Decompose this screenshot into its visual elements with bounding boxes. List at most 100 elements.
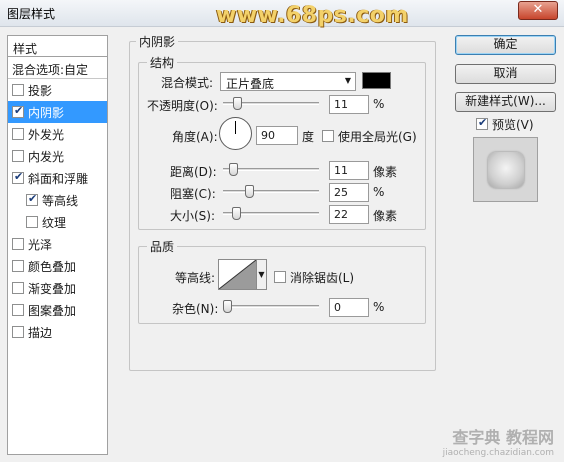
opacity-label: 不透明度(O): bbox=[147, 99, 218, 113]
angle-input[interactable]: 90 bbox=[256, 126, 298, 145]
style-item-checkbox[interactable] bbox=[12, 104, 24, 118]
noise-slider[interactable] bbox=[223, 300, 319, 313]
contour-curve-icon bbox=[218, 259, 257, 290]
style-item-label: 投影 bbox=[28, 83, 53, 98]
contour-dropdown-arrow-icon[interactable]: ▼ bbox=[257, 259, 267, 290]
style-item-checkbox[interactable] bbox=[12, 128, 24, 140]
size-input[interactable]: 22 bbox=[329, 205, 369, 224]
style-item-checkbox[interactable] bbox=[12, 260, 24, 272]
choke-unit: % bbox=[373, 185, 385, 199]
inner-shadow-title: 内阴影 bbox=[136, 33, 179, 50]
opacity-slider[interactable] bbox=[223, 97, 319, 110]
style-item-checkbox[interactable] bbox=[26, 216, 38, 228]
style-item-checkbox[interactable] bbox=[26, 192, 38, 206]
styles-list-panel: 样式 混合选项:自定 投影内阴影外发光内发光斜面和浮雕等高线纹理光泽颜色叠加渐变… bbox=[7, 35, 108, 455]
style-item-checkbox[interactable] bbox=[12, 304, 24, 316]
styles-header[interactable]: 样式 bbox=[8, 36, 107, 57]
blend-options-item[interactable]: 混合选项:自定 bbox=[8, 57, 107, 79]
style-item[interactable]: 描边 bbox=[8, 321, 107, 343]
style-item-label: 颜色叠加 bbox=[28, 259, 77, 274]
noise-slider-thumb[interactable] bbox=[223, 300, 232, 313]
style-item[interactable]: 内发光 bbox=[8, 145, 107, 167]
cancel-button[interactable]: 取消 bbox=[455, 64, 556, 84]
style-item[interactable]: 内阴影 bbox=[8, 101, 107, 123]
style-item-checkbox[interactable] bbox=[12, 326, 24, 338]
style-item[interactable]: 等高线 bbox=[8, 189, 107, 211]
footer-mark-text: 查字典 教程网 bbox=[452, 428, 554, 447]
style-item-label: 外发光 bbox=[28, 127, 65, 142]
style-item-label: 斜面和浮雕 bbox=[28, 171, 89, 186]
preview-checkbox[interactable] bbox=[476, 116, 488, 130]
blend-mode-dropdown[interactable]: 正片叠底 ▼ bbox=[220, 72, 356, 91]
style-item-label: 内发光 bbox=[28, 149, 65, 164]
style-item-checkbox[interactable] bbox=[12, 150, 24, 162]
choke-input[interactable]: 25 bbox=[329, 183, 369, 202]
global-light-label[interactable]: 使用全局光(G) bbox=[338, 128, 417, 145]
style-item-checkbox[interactable] bbox=[12, 170, 24, 184]
distance-slider-thumb[interactable] bbox=[229, 163, 238, 176]
choke-slider[interactable] bbox=[223, 185, 319, 198]
blend-mode-label: 混合模式: bbox=[161, 76, 214, 90]
footer-watermark: 查字典 教程网 jiaocheng.chazidian.com bbox=[443, 424, 554, 458]
opacity-input[interactable]: 11 bbox=[329, 95, 369, 114]
watermark-text: www.68ps.com bbox=[216, 3, 409, 28]
style-item-label: 内阴影 bbox=[28, 105, 65, 120]
choke-label: 阻塞(C): bbox=[170, 187, 216, 201]
style-item-label: 图案叠加 bbox=[28, 303, 77, 318]
style-item[interactable]: 渐变叠加 bbox=[8, 277, 107, 299]
contour-picker[interactable] bbox=[218, 259, 257, 290]
angle-needle-icon bbox=[235, 121, 236, 134]
close-button[interactable]: ✕ bbox=[518, 1, 558, 20]
preview-thumbnail bbox=[488, 152, 524, 188]
size-label: 大小(S): bbox=[170, 209, 216, 223]
blend-mode-value: 正片叠底 bbox=[226, 77, 275, 91]
style-item[interactable]: 斜面和浮雕 bbox=[8, 167, 107, 189]
style-item-checkbox[interactable] bbox=[12, 84, 24, 96]
style-item[interactable]: 外发光 bbox=[8, 123, 107, 145]
noise-input[interactable]: 0 bbox=[329, 298, 369, 317]
noise-unit: % bbox=[373, 300, 385, 314]
new-style-button[interactable]: 新建样式(W)... bbox=[455, 92, 556, 112]
style-item[interactable]: 图案叠加 bbox=[8, 299, 107, 321]
style-item-label: 渐变叠加 bbox=[28, 281, 77, 296]
noise-label: 杂色(N): bbox=[172, 302, 219, 316]
opacity-unit: % bbox=[373, 97, 385, 111]
global-light-checkbox[interactable] bbox=[322, 130, 334, 142]
style-item-checkbox[interactable] bbox=[12, 282, 24, 294]
size-slider-thumb[interactable] bbox=[232, 207, 241, 220]
style-item-label: 等高线 bbox=[42, 193, 79, 208]
structure-title: 结构 bbox=[147, 54, 178, 71]
style-preview bbox=[473, 137, 538, 202]
distance-slider[interactable] bbox=[223, 163, 319, 176]
style-item[interactable]: 光泽 bbox=[8, 233, 107, 255]
footer-url-text: jiaocheng.chazidian.com bbox=[442, 448, 554, 458]
size-slider[interactable] bbox=[223, 207, 319, 220]
style-item[interactable]: 颜色叠加 bbox=[8, 255, 107, 277]
title-bar: 图层样式 www.68ps.com ✕ bbox=[0, 0, 564, 28]
style-rows: 投影内阴影外发光内发光斜面和浮雕等高线纹理光泽颜色叠加渐变叠加图案叠加描边 bbox=[8, 79, 107, 343]
contour-label: 等高线: bbox=[175, 271, 216, 285]
size-unit: 像素 bbox=[373, 209, 398, 223]
opacity-slider-thumb[interactable] bbox=[233, 97, 242, 110]
antialias-checkbox[interactable] bbox=[274, 271, 286, 283]
shadow-color-swatch[interactable] bbox=[362, 72, 391, 89]
antialias-label[interactable]: 消除锯齿(L) bbox=[290, 269, 354, 286]
style-item-label: 描边 bbox=[28, 325, 53, 340]
dropdown-arrow-icon: ▼ bbox=[344, 76, 351, 85]
angle-label: 角度(A): bbox=[172, 130, 218, 144]
style-item[interactable]: 纹理 bbox=[8, 211, 107, 233]
quality-title: 品质 bbox=[147, 238, 178, 255]
angle-unit: 度 bbox=[302, 130, 315, 144]
angle-dial[interactable] bbox=[219, 117, 252, 150]
choke-slider-thumb[interactable] bbox=[245, 185, 254, 198]
preview-label[interactable]: 预览(V) bbox=[492, 116, 534, 133]
style-item[interactable]: 投影 bbox=[8, 79, 107, 101]
style-item-label: 光泽 bbox=[28, 237, 53, 252]
style-item-label: 纹理 bbox=[42, 215, 67, 230]
window-title: 图层样式 bbox=[7, 7, 56, 21]
distance-input[interactable]: 11 bbox=[329, 161, 369, 180]
distance-unit: 像素 bbox=[373, 165, 398, 179]
style-item-checkbox[interactable] bbox=[12, 238, 24, 250]
ok-button[interactable]: 确定 bbox=[455, 35, 556, 55]
distance-label: 距离(D): bbox=[170, 165, 217, 179]
